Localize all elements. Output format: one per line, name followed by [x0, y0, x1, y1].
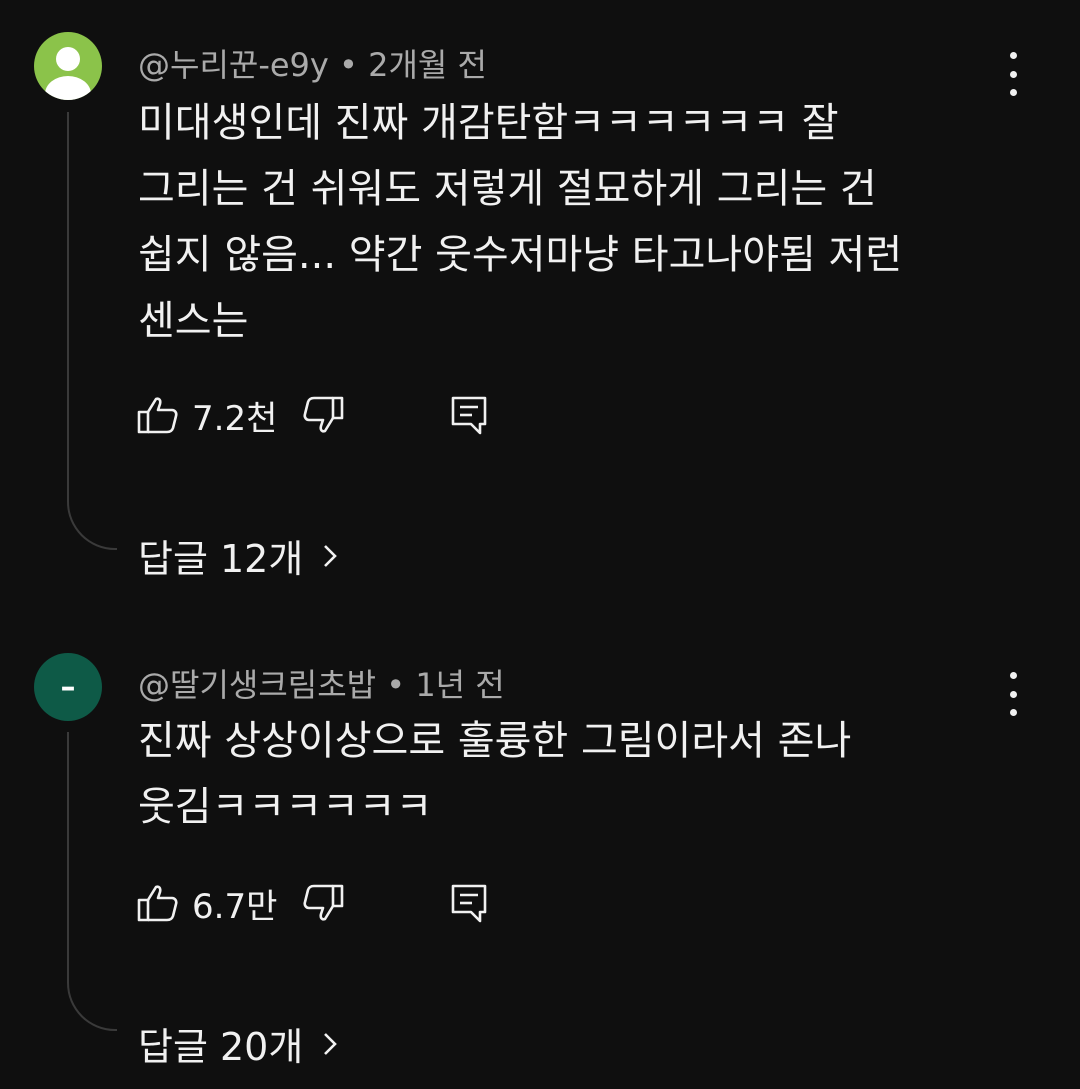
comment-line: 미대생인데 진짜 개감탄함ㅋㅋㅋㅋㅋㅋ 잘 [138, 100, 839, 146]
view-replies-button[interactable]: 답글 20개 [138, 1016, 339, 1071]
more-dot [1009, 709, 1017, 716]
like-count: 6.7만 [192, 886, 278, 927]
replies-label: 답글 12개 [138, 537, 304, 581]
chevron-right-icon [321, 541, 339, 571]
more-options-button[interactable] [996, 50, 1030, 98]
default-user-avatar-icon [45, 47, 91, 100]
comment-meta: @딸기생크림초밥 • 1년 전 [138, 660, 505, 706]
thread-connector-line [67, 112, 117, 550]
comment-time[interactable]: 2개월 전 [368, 46, 487, 84]
meta-separator: • [339, 46, 358, 84]
more-dot [1009, 70, 1017, 78]
comment-line: 그리는 건 쉬워도 저렇게 절묘하게 그리는 건 [138, 166, 877, 212]
more-dot [1009, 672, 1017, 679]
dash-letter-avatar-icon: – [60, 669, 76, 705]
like-count: 7.2천 [192, 398, 278, 439]
thumbs-up-icon[interactable] [136, 393, 180, 437]
more-dot [1009, 690, 1017, 698]
reply-comment-icon[interactable] [447, 393, 491, 437]
thumbs-down-icon[interactable] [301, 393, 345, 437]
thumbs-up-icon[interactable] [136, 881, 180, 925]
comment-actions: 7.2천 [136, 392, 491, 439]
chevron-right-icon [321, 1029, 339, 1059]
more-options-button[interactable] [996, 670, 1030, 718]
author-handle[interactable]: @누리꾼-e9y [138, 46, 329, 84]
author-handle[interactable]: @딸기생크림초밥 [138, 666, 376, 704]
comment-actions: 6.7만 [136, 880, 491, 927]
meta-separator: • [386, 666, 406, 704]
comment-thread: – @딸기생크림초밥 • 1년 전 진짜 상상이상으로 훌륭한 그림이라서 존나… [0, 620, 1080, 1089]
comment-line: 진짜 상상이상으로 훌륭한 그림이라서 존나 [138, 718, 852, 764]
comment-time[interactable]: 1년 전 [415, 666, 504, 704]
thumbs-down-icon[interactable] [301, 881, 345, 925]
thread-connector-line [67, 732, 117, 1031]
more-dot [1009, 52, 1017, 59]
comment-text: 미대생인데 진짜 개감탄함ㅋㅋㅋㅋㅋㅋ 잘 그리는 건 쉬워도 저렇게 절묘하게… [138, 90, 988, 354]
reply-comment-icon[interactable] [447, 881, 491, 925]
comment-line: 쉽지 않음... 약간 웃수저마냥 타고나야됨 저런 [138, 232, 903, 278]
comment-line: 센스는 [138, 298, 249, 344]
view-replies-button[interactable]: 답글 12개 [138, 528, 339, 583]
comment-thread: @누리꾼-e9y • 2개월 전 미대생인데 진짜 개감탄함ㅋㅋㅋㅋㅋㅋ 잘 그… [0, 0, 1080, 600]
avatar[interactable]: – [34, 653, 102, 721]
more-dot [1009, 89, 1017, 96]
replies-label: 답글 20개 [138, 1025, 304, 1069]
comment-text: 진짜 상상이상으로 훌륭한 그림이라서 존나 웃김ㅋㅋㅋㅋㅋㅋ [138, 708, 988, 840]
comment-meta: @누리꾼-e9y • 2개월 전 [138, 40, 487, 86]
avatar[interactable] [34, 32, 102, 100]
comment-line: 웃김ㅋㅋㅋㅋㅋㅋ [138, 784, 433, 830]
